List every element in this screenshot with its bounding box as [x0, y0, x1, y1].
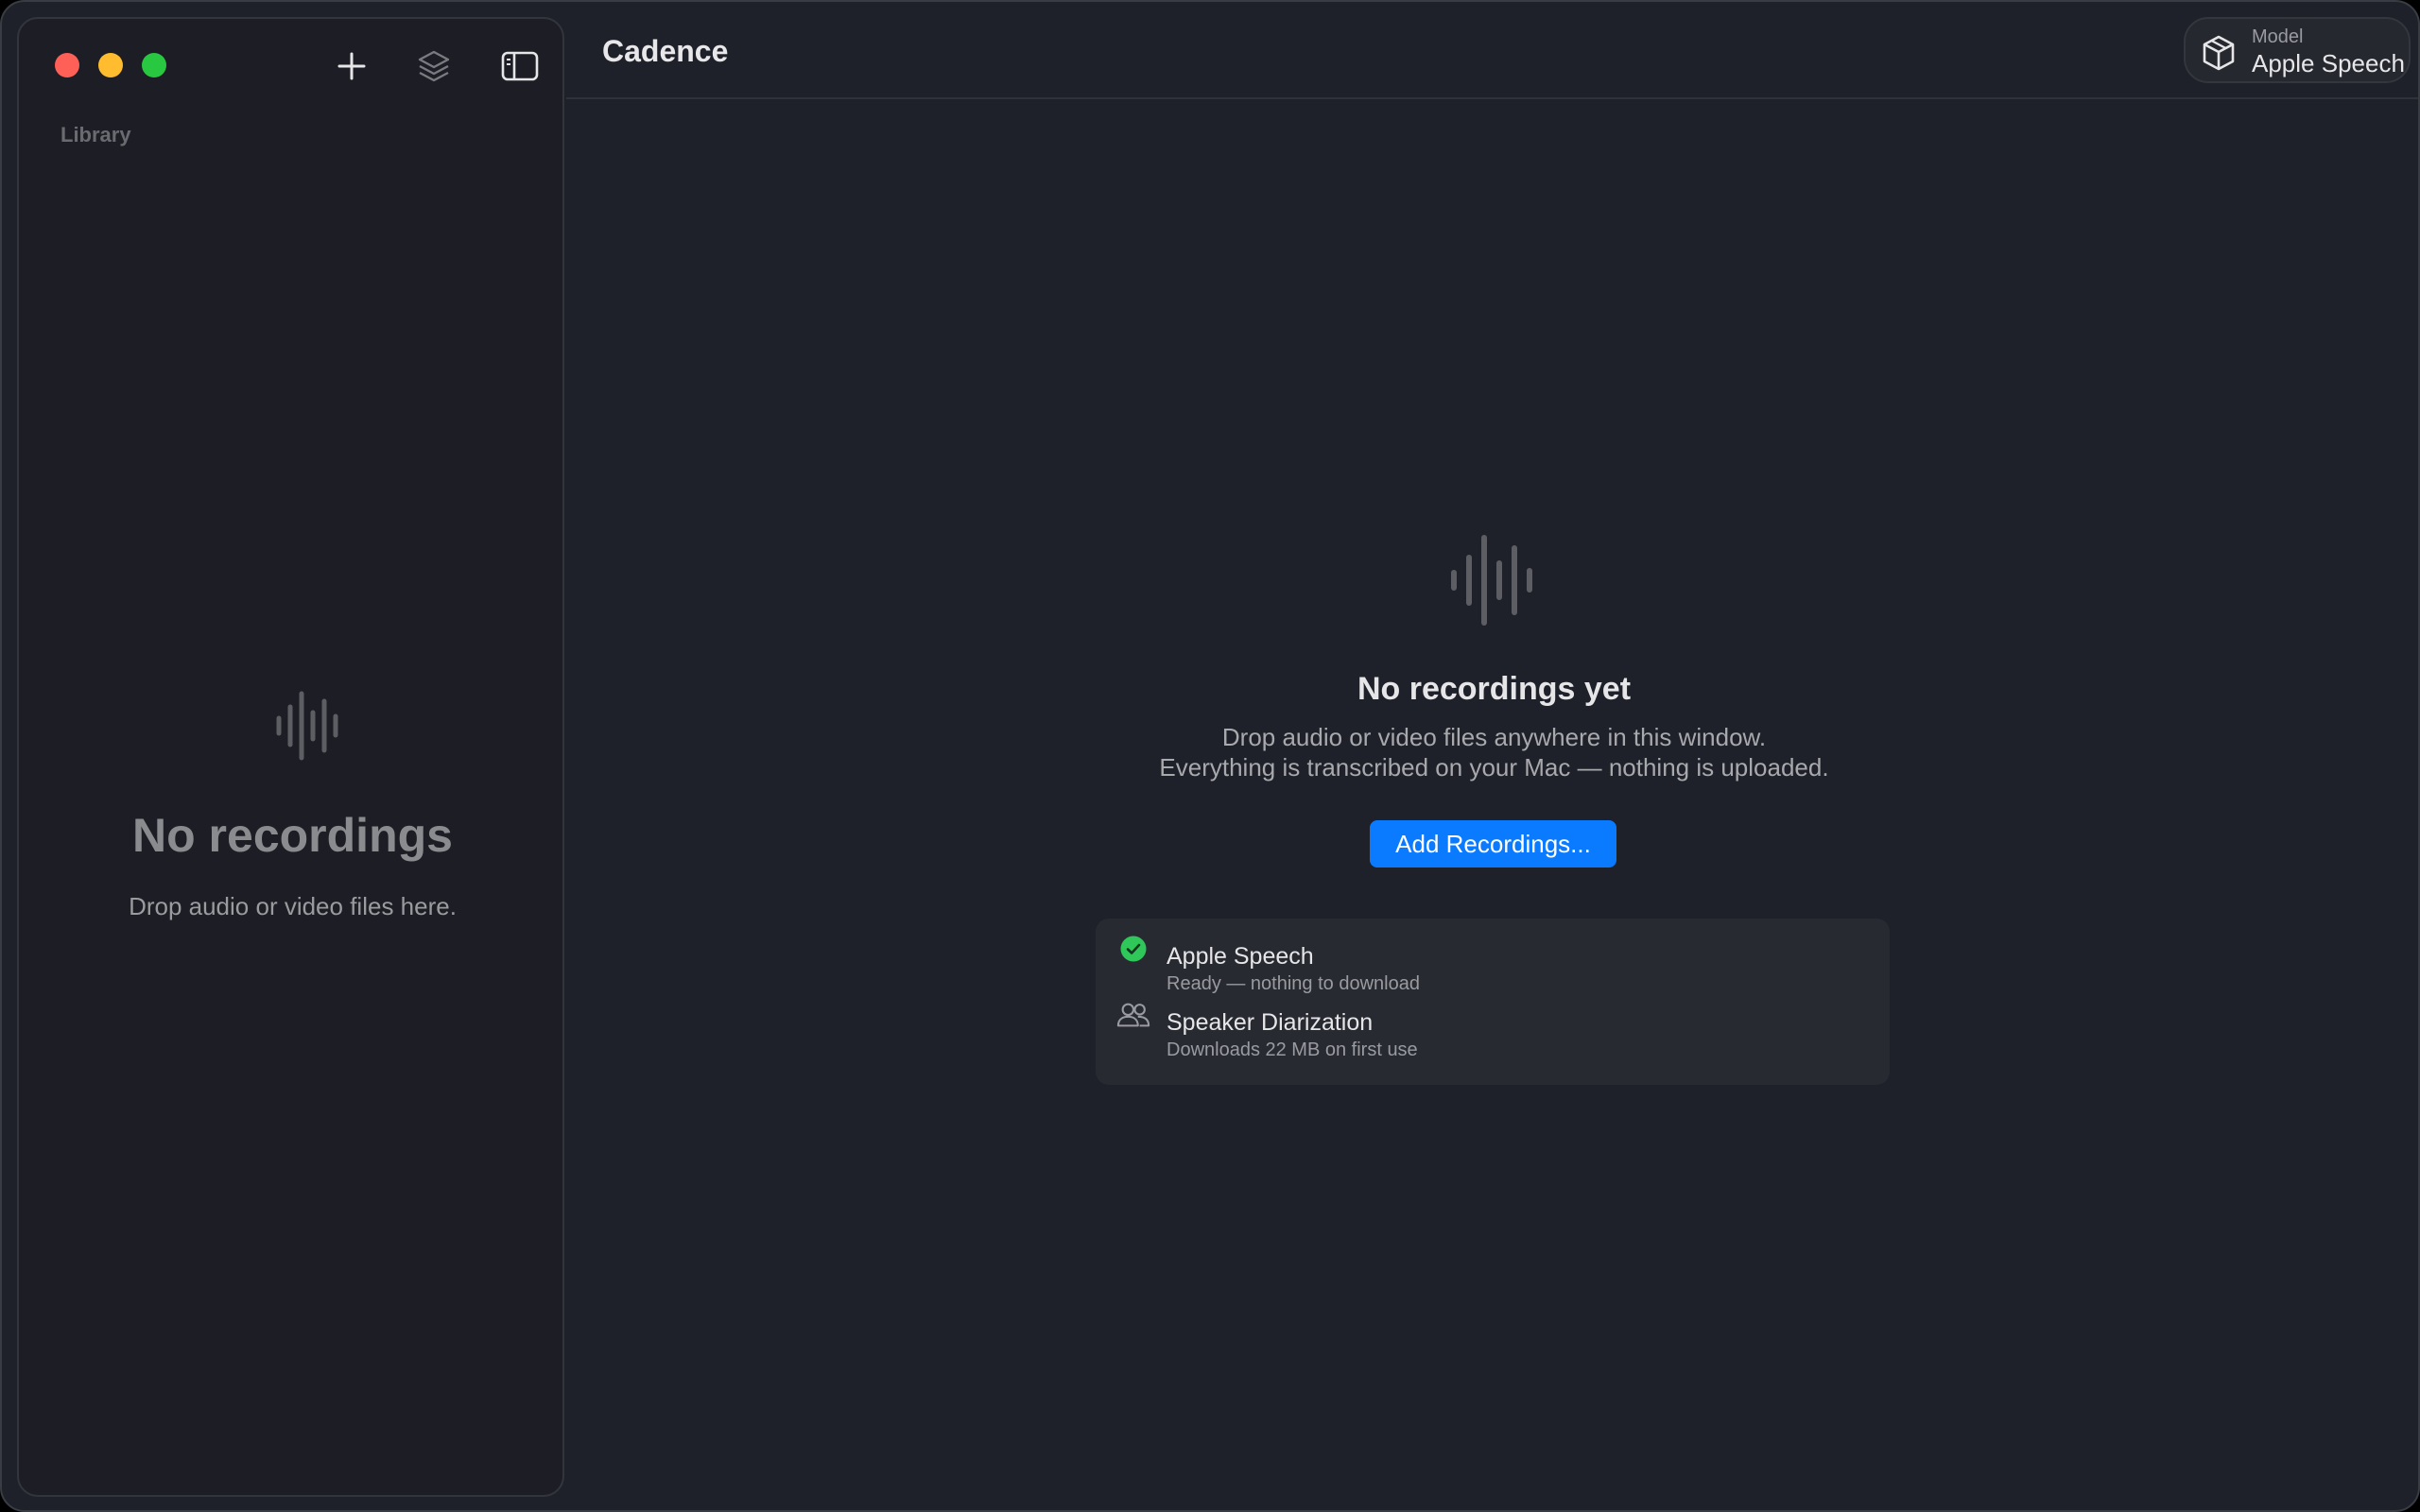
minimize-window-button[interactable]: [98, 53, 123, 77]
model-caption: Model: [2252, 26, 2304, 47]
zoom-window-button[interactable]: [142, 53, 166, 77]
empty-state-description: Drop audio or video files anywhere in th…: [566, 722, 2418, 782]
sidebar-toggle-icon: [501, 51, 539, 81]
people-icon: [1116, 998, 1150, 1032]
empty-state-title: No recordings yet: [1357, 671, 1632, 707]
status-row-speaker-diarization: Speaker Diarization Downloads 22 MB on f…: [1096, 985, 1890, 1060]
empty-state-line-2: Everything is transcribed on your Mac — …: [1159, 753, 1829, 782]
app-title: Cadence: [602, 34, 729, 68]
sidebar-empty-title: No recordings: [132, 809, 453, 862]
library-section-label: Library: [60, 123, 131, 146]
plus-icon: [337, 52, 366, 80]
waveform-icon: [1448, 533, 1535, 632]
status-name: Apple Speech: [1167, 943, 1314, 970]
add-recordings-button[interactable]: Add Recordings...: [1370, 820, 1616, 868]
layers-icon: [418, 50, 450, 82]
add-recording-toolbar-button[interactable]: [333, 47, 371, 85]
status-detail: Downloads 22 MB on first use: [1167, 1040, 1418, 1060]
model-status-card: Apple Speech Ready — nothing to download…: [1096, 919, 1890, 1085]
layers-toolbar-button[interactable]: [415, 47, 453, 85]
checkmark-circle-icon: [1116, 932, 1150, 966]
sidebar: Library No recordings Drop audio or vide…: [17, 17, 564, 1497]
toggle-sidebar-button[interactable]: [501, 47, 539, 85]
status-row-apple-speech: Apple Speech Ready — nothing to download: [1096, 919, 1890, 994]
app-window: Library No recordings Drop audio or vide…: [0, 0, 2420, 1512]
sidebar-empty-subtitle: Drop audio or video files here.: [129, 892, 457, 920]
model-selector-button[interactable]: Model Apple Speech: [2184, 17, 2411, 83]
waveform-icon: [274, 690, 340, 766]
empty-state-line-1: Drop audio or video files anywhere in th…: [1221, 723, 1767, 751]
model-value: Apple Speech: [2252, 49, 2405, 77]
close-window-button[interactable]: [55, 53, 79, 77]
status-name: Speaker Diarization: [1167, 1009, 1374, 1036]
cube-icon: [2203, 35, 2235, 71]
main-toolbar: Cadence Model Apple Speech: [566, 2, 2418, 99]
